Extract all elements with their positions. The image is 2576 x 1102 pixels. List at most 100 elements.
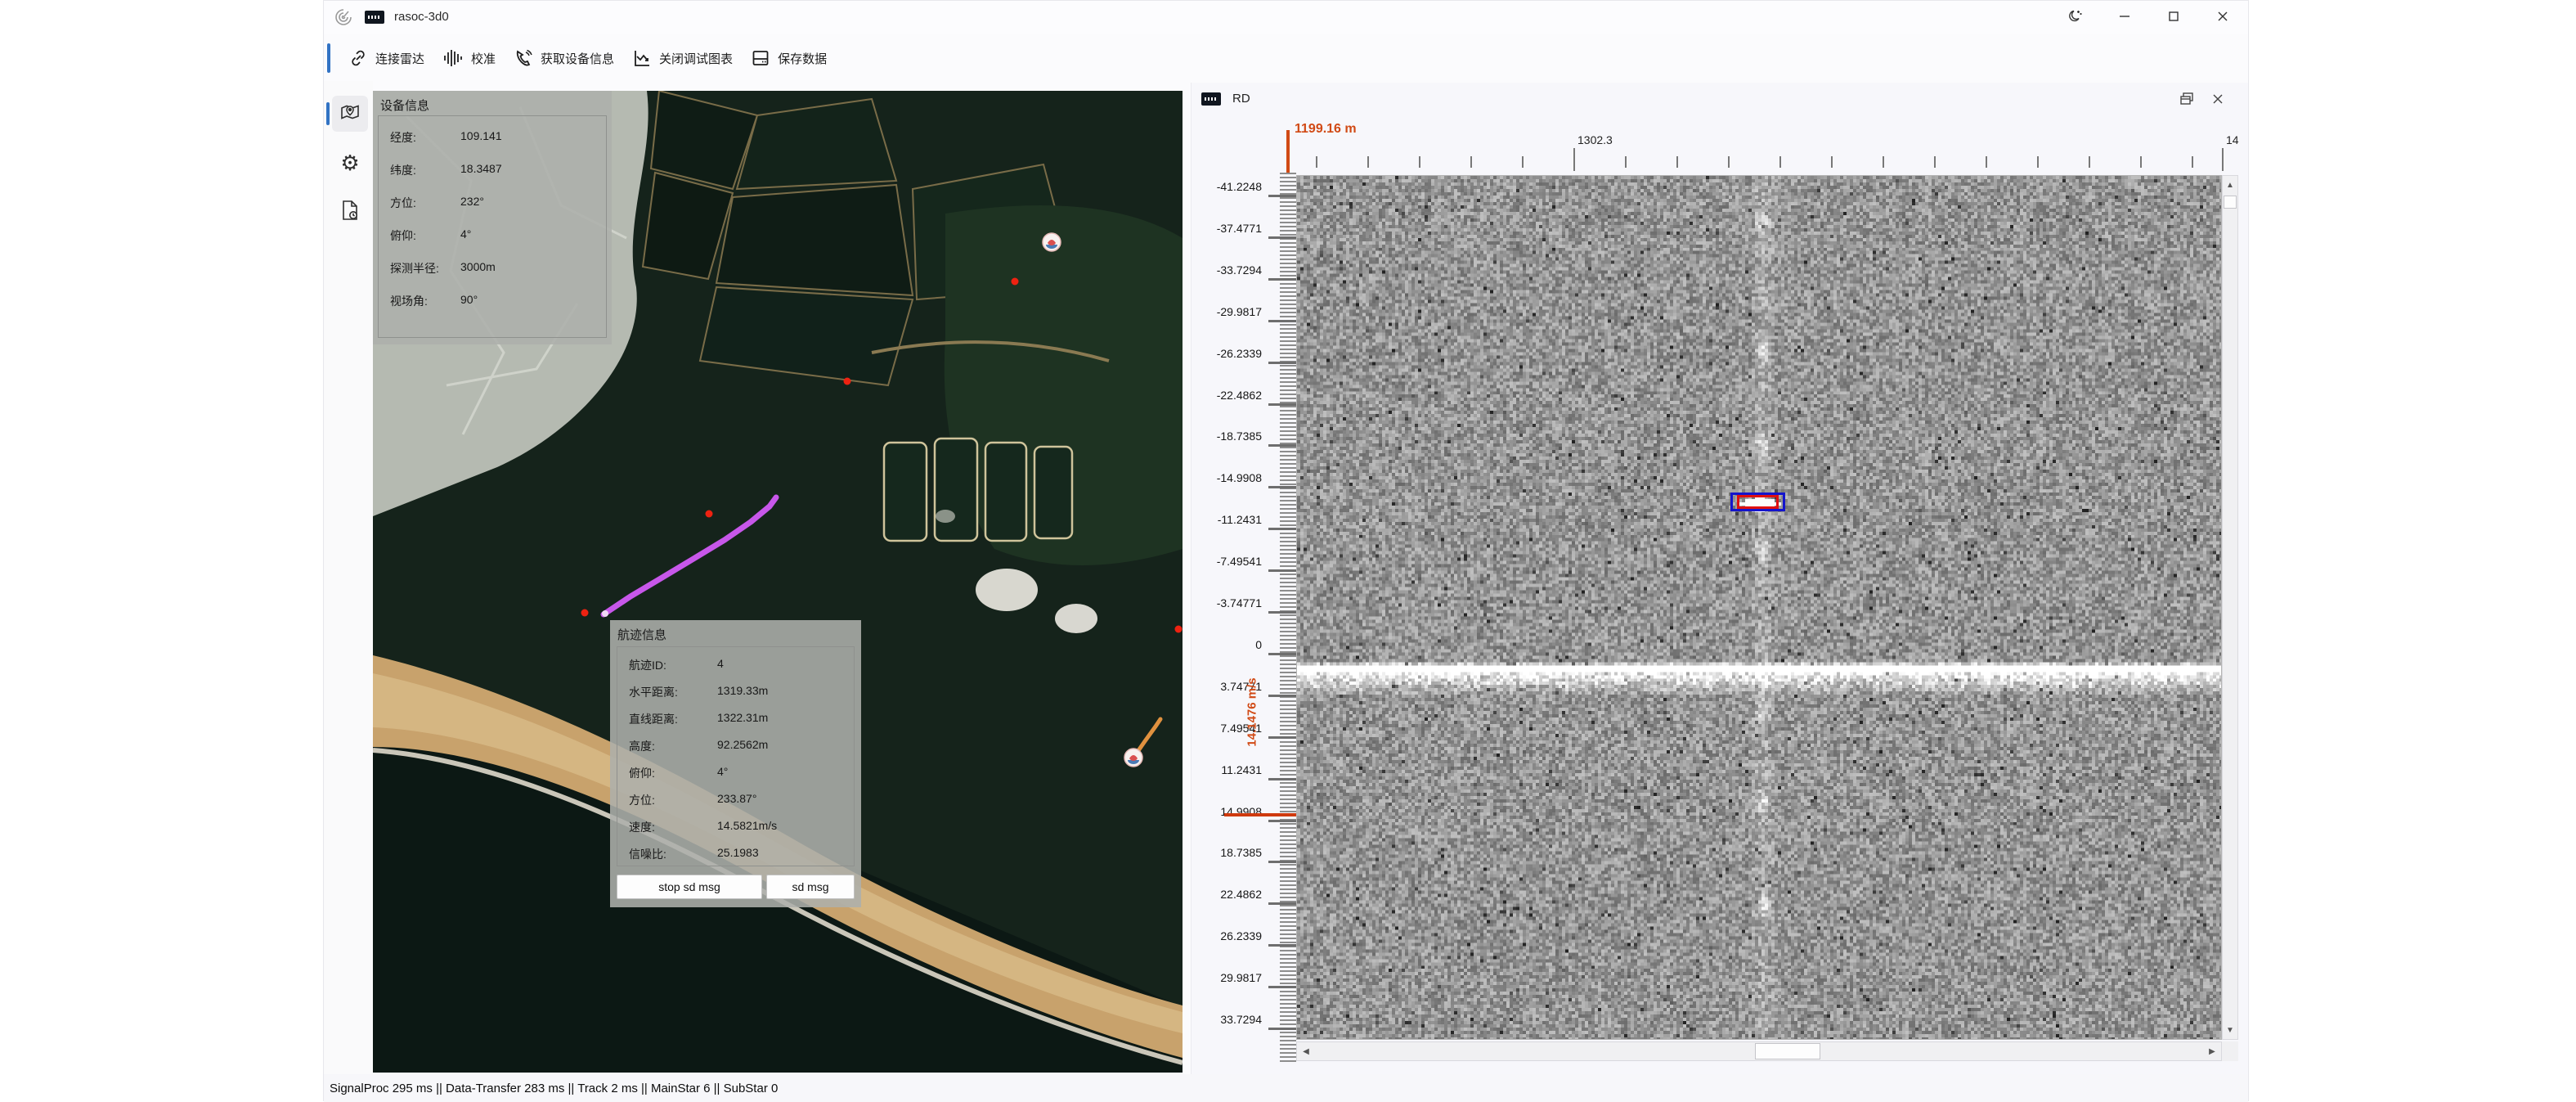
toolbar-button-label: 获取设备信息 [541,50,614,67]
device-panel-title: 设备信息 [373,91,612,114]
stop-sd-msg-button[interactable]: stop sd msg [617,875,762,899]
x-axis-tick [2192,156,2193,168]
info-row-value: 18.3487 [460,162,502,175]
y-axis-major-tick [1268,236,1296,239]
x-axis-tick [1316,156,1317,168]
phone-signal-icon [514,48,533,68]
float-panel-icon[interactable] [2176,89,2197,109]
y-axis-tick-label: -22.4862 [1192,389,1262,402]
toolbar-button-0[interactable]: 连接雷达 [348,48,424,68]
toolbar-button-label: 保存数据 [778,50,827,67]
chart-icon [632,48,652,68]
y-axis-tick-label: -41.2248 [1192,180,1262,193]
info-row-label: 直线距离: [629,711,678,727]
x-axis-tick [1831,156,1833,168]
x-axis-tick [1419,156,1420,168]
map-view[interactable]: 设备信息 经度:109.141纬度:18.3487方位:232°俯仰:4°探测半… [373,91,1183,1073]
rd-y-ruler [1280,173,1296,1063]
close-panel-icon[interactable] [2207,89,2228,109]
info-row-label: 俯仰: [629,765,655,781]
scroll-right-icon[interactable]: ▶ [2203,1042,2221,1060]
toolbar-button-4[interactable]: 保存数据 [751,48,827,68]
x-axis-tick [2089,156,2090,168]
minimize-icon[interactable] [2109,4,2140,29]
y-axis-tick-label: 18.7385 [1192,846,1262,859]
target-box-outer [1730,493,1785,511]
rd-badge-icon [1201,92,1221,106]
rd-panel-header: RD [1192,83,2248,115]
maximize-icon[interactable] [2158,4,2189,29]
toolbar-button-2[interactable]: 获取设备信息 [514,48,614,68]
toolbar-button-label: 关闭调试图表 [659,50,733,67]
info-row-value: 1319.33m [717,684,768,697]
y-axis-tick-label: 26.2339 [1192,929,1262,942]
y-axis-major-tick [1268,653,1296,655]
x-axis-tick [2222,148,2224,171]
scroll-left-icon[interactable]: ◀ [1297,1042,1315,1060]
titlebar: rasoc-3d0 [324,1,2248,34]
gear-icon: ⚙ [340,151,359,176]
info-row-label: 水平距离: [629,684,678,700]
y-axis-tick-label: 33.7294 [1192,1013,1262,1026]
status-bar: SignalProc 295 ms || Data-Transfer 283 m… [324,1074,2248,1102]
info-row-label: 探测半径: [390,260,439,277]
scroll-down-icon[interactable]: ▼ [2223,1021,2237,1039]
close-icon[interactable] [2207,4,2238,29]
info-row-label: 俯仰: [390,227,416,244]
x-axis-tick [1625,156,1627,168]
save-icon [751,48,770,68]
y-axis-tick-label: -11.2431 [1192,513,1262,526]
y-axis-tick-label: -29.9817 [1192,305,1262,318]
x-axis-tick [1367,156,1369,168]
horizontal-scroll-thumb[interactable] [1755,1043,1820,1059]
info-row-label: 经度: [390,129,416,146]
y-axis-major-tick [1268,320,1296,322]
x-axis-tick [1676,156,1678,168]
y-axis-tick-label: -37.4771 [1192,222,1262,235]
sd-msg-button[interactable]: sd msg [766,875,855,899]
y-axis-major-tick [1268,820,1296,822]
x-axis-tick [1728,156,1730,168]
window-title: rasoc-3d0 [394,10,449,24]
speed-marker-label: 14.1476 m/s [1245,654,1259,769]
info-row-label: 方位: [629,792,655,808]
info-row-value: 4 [717,657,724,670]
toolbar-button-1[interactable]: 校准 [442,48,496,68]
device-panel-box: 经度:109.141纬度:18.3487方位:232°俯仰:4°探测半径:300… [378,115,607,338]
speed-marker [1224,813,1299,816]
info-row-value: 109.141 [460,129,502,142]
y-axis-tick-label: -26.2339 [1192,347,1262,360]
y-axis-major-tick [1268,611,1296,614]
device-info-panel: 设备信息 经度:109.141纬度:18.3487方位:232°俯仰:4°探测半… [373,91,612,344]
rd-intensity-plot[interactable] [1296,175,2222,1040]
toolbar-button-3[interactable]: 关闭调试图表 [632,48,733,68]
y-axis-major-tick [1268,444,1296,447]
y-axis-tick-label: 29.9817 [1192,971,1262,984]
rd-horizontal-scrollbar[interactable]: ◀ ▶ [1296,1041,2222,1061]
info-row-value: 4° [717,765,728,778]
x-axis-tick [1573,148,1575,171]
rd-dock-panel: RD 1199.16 m 1302.314 -41.2248-37.4771-3… [1191,83,2248,1074]
sidebar-item-report[interactable] [332,194,368,230]
y-axis-tick-label: -18.7385 [1192,430,1262,443]
scroll-up-icon[interactable]: ▲ [2223,176,2237,194]
y-axis-major-tick [1268,861,1296,863]
range-marker [1286,130,1290,173]
y-axis-major-tick [1268,736,1296,739]
sidebar-item-map-view[interactable] [332,96,368,132]
vertical-scroll-thumb[interactable] [2224,196,2237,209]
radar-logo-icon [334,7,353,27]
rd-panel-title: RD [1232,92,1250,106]
toolbar: 连接雷达校准 获取设备信息 关闭调试图表 保存数据 [324,37,2248,79]
y-axis-major-tick [1268,778,1296,780]
y-axis-major-tick [1268,902,1296,905]
range-marker-label: 1199.16 m [1295,122,1357,137]
sidebar-item-settings[interactable]: ⚙ [332,145,368,181]
theme-toggle-icon[interactable] [2060,4,2091,29]
rd-vertical-scrollbar[interactable]: ▲ ▼ [2222,175,2238,1040]
info-row-value: 4° [460,227,471,241]
info-row-label: 速度: [629,819,655,835]
y-axis-major-tick [1268,278,1296,281]
y-axis-major-tick [1268,362,1296,364]
drone-marker [1124,749,1142,767]
